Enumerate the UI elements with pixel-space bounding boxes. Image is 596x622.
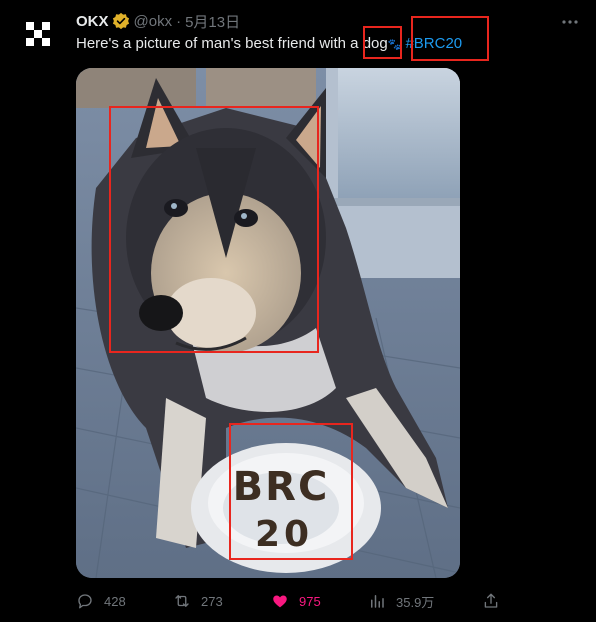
tweet-keyword: dog: [362, 35, 388, 52]
bowl-kibble-text-line2: 20: [255, 514, 313, 555]
paw-emoji: 🐾: [387, 39, 402, 51]
heart-icon: [273, 595, 287, 608]
reply-icon: [78, 594, 92, 609]
like-button[interactable]: 975: [271, 590, 321, 612]
repost-icon: [175, 595, 189, 607]
tweet-photo[interactable]: BRC 20: [76, 68, 460, 578]
reply-button[interactable]: 428: [76, 590, 126, 612]
author-handle[interactable]: @okx: [134, 13, 173, 30]
like-count: 975: [299, 593, 321, 609]
verified-badge-icon: [112, 12, 129, 30]
separator-dot: ·: [176, 12, 182, 30]
okx-logo-icon[interactable]: [18, 14, 58, 54]
hashtag-link[interactable]: #BRC20: [405, 35, 462, 52]
tweet-date[interactable]: 5月13日: [185, 11, 240, 32]
views-chart-icon: [371, 595, 384, 608]
share-button[interactable]: [482, 590, 500, 612]
views-count: 35.9万: [396, 594, 435, 610]
tweet-header: OKX @okx · 5月13日: [76, 11, 240, 31]
tweet-text: Here's a picture of man's best friend wi…: [76, 34, 462, 55]
views-button[interactable]: 35.9万: [368, 590, 434, 612]
bowl-kibble-text-line1: BRC: [233, 464, 330, 510]
repost-count: 273: [201, 593, 223, 609]
reply-count: 428: [104, 593, 126, 609]
author-name[interactable]: OKX: [76, 13, 109, 30]
tweet-text-main: Here's a picture of man's best friend wi…: [76, 35, 363, 52]
tweet-actions: 428 273 975 35.9万: [76, 590, 500, 612]
more-options-icon[interactable]: [560, 12, 580, 32]
share-icon: [484, 593, 498, 608]
repost-button[interactable]: 273: [173, 590, 223, 612]
